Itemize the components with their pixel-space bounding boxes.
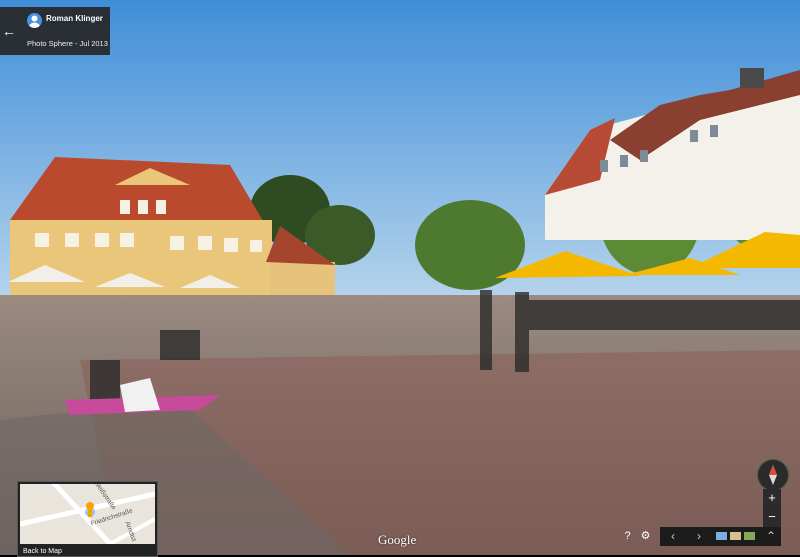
chevron-right-icon[interactable]: › bbox=[688, 527, 710, 546]
expand-icon[interactable]: ⌃ bbox=[760, 527, 782, 546]
chevron-left-icon[interactable]: ‹ bbox=[662, 527, 684, 546]
info-card: ← Roman Klinger Photo Sphere - Jul 2013 bbox=[0, 7, 110, 55]
avatar-icon[interactable] bbox=[27, 13, 42, 28]
google-logo: Google bbox=[378, 532, 417, 547]
compass-icon[interactable] bbox=[757, 459, 789, 491]
photo-thumbnail[interactable] bbox=[716, 532, 727, 540]
back-to-map-link[interactable]: Back to Map bbox=[23, 548, 62, 555]
minimap[interactable]: Weißstraße Friedrichstraße Arndtst Back … bbox=[17, 481, 158, 557]
photo-subtitle: Photo Sphere - Jul 2013 bbox=[27, 39, 108, 48]
panorama-view[interactable] bbox=[0, 0, 800, 555]
author-name[interactable]: Roman Klinger bbox=[46, 14, 103, 23]
photo-thumbnail[interactable] bbox=[730, 532, 741, 540]
help-icon[interactable]: ? bbox=[621, 530, 634, 543]
zoom-in-button[interactable]: + bbox=[763, 489, 781, 508]
photo-thumbnail[interactable] bbox=[744, 532, 755, 540]
back-arrow-icon[interactable]: ← bbox=[0, 7, 18, 55]
photo-strip: ‹ › ⌃ bbox=[660, 527, 781, 546]
settings-icon[interactable]: ⚙ bbox=[639, 530, 652, 543]
zoom-control: + − bbox=[763, 489, 781, 527]
minimap-map[interactable]: Weißstraße Friedrichstraße Arndtst bbox=[20, 484, 155, 544]
zoom-out-button[interactable]: − bbox=[763, 508, 781, 527]
